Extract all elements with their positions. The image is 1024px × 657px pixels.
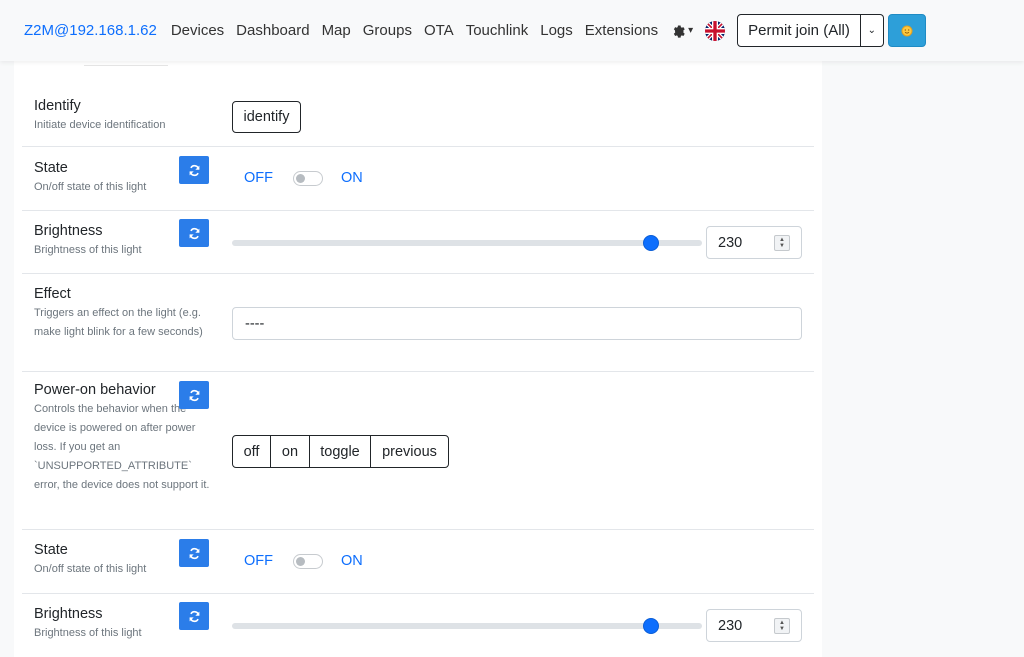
brightness-row: Brightness Brightness of this light 230 … [22, 594, 814, 657]
refresh-icon [189, 227, 199, 239]
refresh-button[interactable] [179, 602, 209, 630]
state-row: State On/off state of this light OFF ON [22, 147, 814, 211]
sun-icon [901, 25, 913, 36]
theme-toggle-button[interactable] [887, 14, 926, 47]
identify-button[interactable]: identify [232, 101, 301, 133]
row-title: Identify [34, 98, 81, 114]
refresh-icon [189, 610, 199, 622]
refresh-icon [189, 389, 199, 401]
brightness-slider[interactable] [232, 618, 702, 634]
slider-thumb[interactable] [643, 618, 660, 634]
state-toggle: OFF ON [244, 553, 363, 569]
refresh-button[interactable] [179, 381, 209, 409]
option-toggle-button[interactable]: toggle [309, 435, 371, 468]
device-exposes-panel: Identify Initiate device identification … [14, 61, 822, 657]
uk-flag-icon[interactable] [705, 20, 726, 41]
on-label[interactable]: ON [341, 170, 363, 186]
nav-map[interactable]: Map [316, 0, 357, 61]
nav-logs[interactable]: Logs [534, 0, 579, 61]
refresh-button[interactable] [179, 219, 209, 247]
option-on-button[interactable]: on [270, 435, 310, 468]
top-navbar: Z2M@192.168.1.62 Devices Dashboard Map G… [0, 0, 1024, 61]
option-off-button[interactable]: off [232, 435, 271, 468]
brightness-row: Brightness Brightness of this light 230 … [22, 211, 814, 274]
effect-row: Effect Triggers an effect on the light (… [22, 274, 814, 372]
nav-extensions[interactable]: Extensions [579, 0, 664, 61]
brand-link[interactable]: Z2M@192.168.1.62 [24, 22, 157, 39]
brightness-number-input[interactable]: 230 ▲ ▼ [706, 609, 802, 642]
chevron-down-icon: ⌄ [867, 25, 877, 36]
refresh-icon [189, 164, 199, 176]
permit-join-dropdown[interactable]: ⌄ [860, 14, 884, 47]
on-label[interactable]: ON [341, 553, 363, 569]
effect-select[interactable]: ---- [232, 307, 802, 340]
row-title: Effect [34, 286, 71, 302]
state-toggle: OFF ON [244, 170, 363, 186]
permit-join-group: Permit join (All) ⌄ [737, 14, 884, 47]
nav-ota[interactable]: OTA [418, 0, 460, 61]
slider-thumb[interactable] [643, 235, 660, 251]
power-on-behavior-row: Power-on behavior Controls the behavior … [22, 372, 814, 530]
brightness-number-input[interactable]: 230 ▲ ▼ [706, 226, 802, 259]
chevron-down-icon: ▾ [688, 25, 694, 36]
nav-groups[interactable]: Groups [357, 0, 418, 61]
row-description: Initiate device identification [34, 119, 166, 131]
effect-selected-value: ---- [245, 315, 265, 332]
refresh-button[interactable] [179, 156, 209, 184]
tab-indicator [84, 65, 168, 66]
state-row: State On/off state of this light OFF ON [22, 530, 814, 594]
power-on-behavior-options: off on toggle previous [232, 435, 449, 468]
identify-row: Identify Initiate device identification … [22, 86, 814, 147]
spinner-icon[interactable]: ▲ ▼ [774, 618, 790, 634]
refresh-button[interactable] [179, 539, 209, 567]
gear-icon [673, 25, 685, 38]
brightness-value: 230 [718, 234, 743, 251]
nav-devices[interactable]: Devices [165, 0, 230, 61]
refresh-icon [189, 547, 199, 559]
settings-dropdown[interactable]: ▾ [670, 23, 693, 38]
row-description: Controls the behavior when the device is… [34, 403, 210, 491]
brightness-slider[interactable] [232, 235, 702, 251]
nav-touchlink[interactable]: Touchlink [460, 0, 535, 61]
brightness-value: 230 [718, 617, 743, 634]
off-label[interactable]: OFF [244, 553, 273, 569]
nav-dashboard[interactable]: Dashboard [230, 0, 315, 61]
state-switch[interactable] [293, 170, 323, 186]
row-description: Triggers an effect on the light (e.g. ma… [34, 307, 203, 338]
off-label[interactable]: OFF [244, 170, 273, 186]
permit-join-button[interactable]: Permit join (All) [737, 14, 861, 47]
switch-knob [296, 173, 305, 183]
spinner-icon[interactable]: ▲ ▼ [774, 235, 790, 251]
switch-knob [296, 556, 305, 566]
option-previous-button[interactable]: previous [370, 435, 449, 468]
state-switch[interactable] [293, 553, 323, 569]
